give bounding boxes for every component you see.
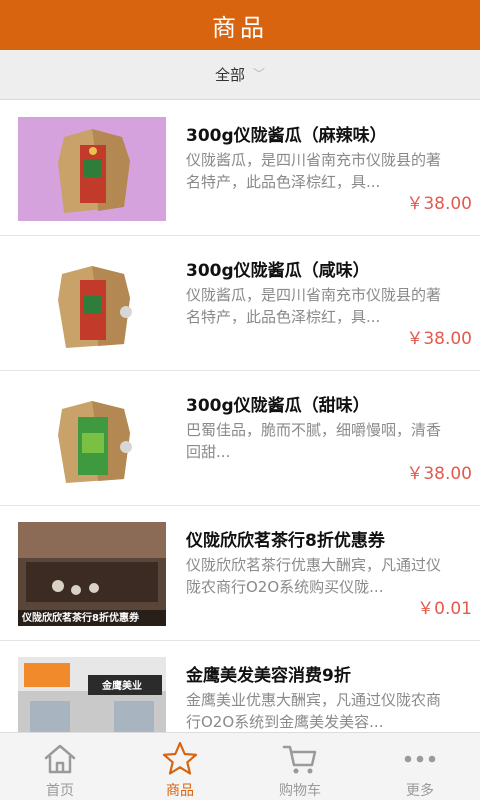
star-icon [160,739,200,778]
product-list[interactable]: 300g仪陇酱瓜（麻辣味） 仪陇酱瓜，是四川省南充市仪陇县的著名特产，此品色泽棕… [0,101,480,732]
product-desc: 仪陇酱瓜，是四川省南充市仪陇县的著名特产，此品色泽棕红，具... [186,286,442,326]
bottom-tab-bar: 首页 商品 购物车 更多 [0,732,480,800]
product-price: ￥38.00 [406,329,472,349]
product-title: 300g仪陇酱瓜（麻辣味） [186,126,387,146]
page-title: 商品 [0,0,480,50]
tab-label: 商品 [166,783,194,799]
product-image: 仪陇欣欣茗茶行8折优惠券 [18,522,166,626]
tab-products[interactable]: 商品 [120,733,240,800]
filter-label: 全部 [214,66,245,84]
product-price: ￥38.00 [406,464,472,484]
image-caption: 金鹰美业 [102,681,142,692]
product-image [18,252,166,356]
more-icon [400,739,440,778]
product-title: 300g仪陇酱瓜（咸味） [186,261,370,281]
product-title: 仪陇欣欣茗茶行8折优惠券 [186,531,385,551]
product-price: ￥38.00 [406,194,472,214]
product-title: 金鹰美发美容消费9折 [186,666,351,686]
list-item[interactable]: 金鹰美业 金鹰美发美容消费9折 金鹰美业优惠大酬宾，凡通过仪陇农商行O2O系统到… [0,641,480,732]
image-caption: 仪陇欣欣茗茶行8折优惠券 [22,613,139,624]
list-item[interactable]: 300g仪陇酱瓜（麻辣味） 仪陇酱瓜，是四川省南充市仪陇县的著名特产，此品色泽棕… [0,101,480,236]
product-price: ￥0.01 [417,599,472,619]
list-item[interactable]: 300g仪陇酱瓜（咸味） 仪陇酱瓜，是四川省南充市仪陇县的著名特产，此品色泽棕红… [0,236,480,371]
tab-label: 购物车 [279,783,321,799]
app-root: 商品 全部 ﹀ 300g仪陇酱瓜（麻辣味） 仪陇酱瓜，是四川省南充市仪陇县的著名… [0,0,480,800]
chevron-down-icon: ﹀ [253,67,266,81]
list-item[interactable]: 300g仪陇酱瓜（甜味） 巴蜀佳品，脆而不腻，细嚼慢咽，清香回甜... ￥38.… [0,371,480,506]
product-desc: 金鹰美业优惠大酬宾，凡通过仪陇农商行O2O系统到金鹰美发美容... [186,691,442,731]
home-icon [40,739,80,778]
product-title: 300g仪陇酱瓜（甜味） [186,396,370,416]
cart-icon [280,739,320,778]
product-image: 金鹰美业 [18,657,166,732]
tab-more[interactable]: 更多 [360,733,480,800]
product-desc: 巴蜀佳品，脆而不腻，细嚼慢咽，清香回甜... [186,421,442,461]
product-desc: 仪陇酱瓜，是四川省南充市仪陇县的著名特产，此品色泽棕红，具... [186,151,442,191]
tab-label: 首页 [46,783,74,799]
product-image [18,117,166,221]
category-filter[interactable]: 全部 ﹀ [0,50,480,100]
tab-home[interactable]: 首页 [0,733,120,800]
product-desc: 仪陇欣欣茗茶行优惠大酬宾，凡通过仪陇农商行O2O系统购买仪陇... [186,556,442,596]
product-image [18,387,166,491]
tab-cart[interactable]: 购物车 [240,733,360,800]
tab-label: 更多 [406,783,434,799]
list-item[interactable]: 仪陇欣欣茗茶行8折优惠券 仪陇欣欣茗茶行8折优惠券 仪陇欣欣茗茶行优惠大酬宾，凡… [0,506,480,641]
